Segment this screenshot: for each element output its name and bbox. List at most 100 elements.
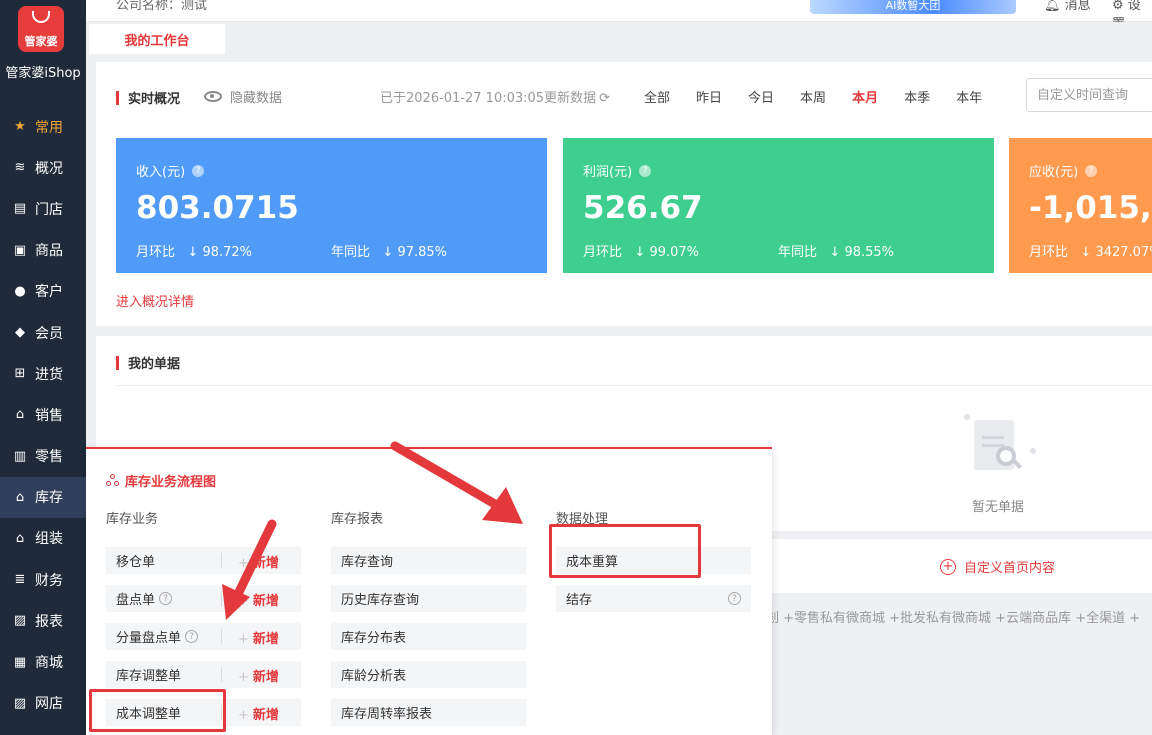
help-icon[interactable]: ? (192, 164, 205, 177)
receivable-label-text: 应收(元) (1029, 165, 1079, 180)
sidebar-item-label: 报表 (35, 613, 63, 630)
arrow-down-icon: ↓ (634, 245, 646, 260)
help-icon[interactable]: ? (728, 592, 741, 605)
profit-card[interactable]: 利润(元)? 526.67 月环比 ↓ 99.07% 年同比 ↓ 98.55% (563, 138, 994, 273)
menu-item-closing[interactable]: 结存 ? (556, 585, 751, 612)
sidebar-item-mall[interactable]: ▦ 商城 (0, 641, 86, 682)
sidebar-item-sales[interactable]: ⌂ 销售 (0, 394, 86, 435)
income-label-text: 收入(元) (136, 165, 186, 180)
separator (221, 705, 222, 720)
mom-value: 3427.07% (1095, 245, 1152, 260)
brand-name: 管家婆iShop (5, 66, 81, 81)
income-label: 收入(元)? (136, 161, 205, 180)
help-icon[interactable]: ? (185, 630, 199, 643)
sidebar-item-overview[interactable]: ≋ 概况 (0, 147, 86, 188)
web-store-icon: ▨ (13, 695, 27, 711)
overview-title: 实时概况 (128, 92, 181, 107)
range-all[interactable]: 全部 (644, 87, 670, 106)
menu-item-label: 库存调整单 (116, 669, 182, 684)
sidebar-item-common[interactable]: ★ 常用 (0, 106, 86, 147)
tab-workbench[interactable]: 我的工作台 (89, 24, 225, 54)
sidebar-item-webstore[interactable]: ▨ 网店 (0, 683, 86, 724)
range-year[interactable]: 本年 (956, 87, 982, 106)
overview-card: 实时概况 隐藏数据 已于2026-01-27 10:03:05更新数据 ⟳ 全部 … (96, 62, 1152, 326)
sidebar-item-inventory[interactable]: ⌂ 库存 (0, 476, 86, 518)
receivable-card[interactable]: 应收(元)? -1,015,5 月环比 ↓ 3427.07% (1009, 138, 1152, 273)
assemble-icon: ⌂ (15, 530, 25, 546)
add-button[interactable]: + 新增 (238, 590, 279, 609)
inventory-flow-popup: 库存业务流程图 库存业务 库存报表 数据处理 移仓单 + 新增 盘点单? + 新增 … (86, 447, 772, 735)
sidebar-item-purchase[interactable]: ⊞ 进货 (0, 353, 86, 394)
menu-item-transfer[interactable]: 移仓单 + 新增 (106, 547, 301, 574)
menu-item-label: 盘点单 (116, 593, 156, 608)
app-logo[interactable]: 管家婆 (18, 6, 64, 52)
sidebar-item-assemble[interactable]: ⌂ 组装 (0, 518, 86, 559)
menu-item-stocktake[interactable]: 盘点单? + 新增 (106, 585, 301, 612)
sidebar-item-reports[interactable]: ▨ 报表 (0, 600, 86, 641)
messages-link[interactable]: 🔔︎ 消息 (1044, 0, 1091, 13)
top-bar: 公司名称：测试 AI数智大团 🔔︎ 消息 ⚙ 设置 (86, 0, 1152, 32)
range-yesterday[interactable]: 昨日 (696, 87, 722, 106)
menu-item-history-stock[interactable]: 历史库存查询 (331, 585, 526, 612)
diamond-icon: ◆ (15, 325, 25, 341)
sidebar-item-store[interactable]: ▤ 门店 (0, 188, 86, 229)
range-quarter[interactable]: 本季 (904, 87, 930, 106)
refresh-icon[interactable]: ⟳ (599, 91, 610, 106)
help-icon[interactable]: ? (159, 592, 173, 605)
menu-item-stock-age[interactable]: 库龄分析表 (331, 661, 526, 688)
help-icon[interactable]: ? (1085, 164, 1098, 177)
income-yoy: 年同比 ↓ 97.85% (331, 241, 447, 260)
sidebar-item-label: 客户 (35, 284, 63, 301)
menu-item-label: 移仓单 (116, 555, 156, 570)
add-button[interactable]: + 新增 (238, 628, 279, 647)
profit-mom: 月环比 ↓ 99.07% (583, 241, 699, 260)
custom-home-link[interactable]: + 自定义首页内容 (940, 557, 1055, 576)
sidebar-item-goods[interactable]: ▣ 商品 (0, 230, 86, 271)
menu-item-stock-distribution[interactable]: 库存分布表 (331, 623, 526, 650)
range-today[interactable]: 今日 (748, 87, 774, 106)
custom-date-input[interactable] (1026, 78, 1152, 112)
add-button[interactable]: + 新增 (238, 552, 279, 571)
basket-icon: ⌂ (15, 407, 25, 423)
arrow-down-icon: ↓ (829, 245, 841, 260)
add-label: 新增 (252, 632, 279, 647)
overview-detail-link[interactable]: 进入概况详情 (116, 291, 194, 310)
range-month[interactable]: 本月 (852, 87, 878, 106)
store-icon: ▤ (13, 201, 27, 217)
company-name: 公司名称：测试 (116, 0, 208, 13)
sidebar-item-label: 网店 (35, 696, 63, 713)
add-button[interactable]: + 新增 (238, 666, 279, 685)
decor-dot (1030, 448, 1036, 454)
menu-item-stock-query[interactable]: 库存查询 (331, 547, 526, 574)
sidebar-item-retail[interactable]: ▥ 零售 (0, 436, 86, 477)
section-marker (116, 90, 119, 105)
section-marker (116, 355, 119, 370)
range-week[interactable]: 本周 (800, 87, 826, 106)
menu-item-stock-adjust[interactable]: 库存调整单 + 新增 (106, 661, 301, 688)
menu-item-cost-adjust[interactable]: 成本调整单 + 新增 (106, 699, 301, 726)
yoy-label: 年同比 (331, 245, 371, 260)
menu-item-turnover-report[interactable]: 库存周转率报表 (331, 699, 526, 726)
add-button[interactable]: + 新增 (238, 704, 279, 723)
sidebar-item-finance[interactable]: ≣ 财务 (0, 559, 86, 600)
bag-icon (32, 11, 50, 23)
empty-docs-icon (964, 414, 1036, 476)
gear-icon: ⚙ (1112, 0, 1124, 13)
bottom-links[interactable]: 刬 +零售私有微商城 +批发私有微商城 +云端商品库 +全渠道 + (766, 607, 1140, 626)
menu-item-partial-stocktake[interactable]: 分量盘点单? + 新增 (106, 623, 301, 650)
eye-icon (204, 91, 222, 102)
add-label: 新增 (252, 708, 279, 723)
coins-icon: ≣ (14, 572, 26, 588)
income-card[interactable]: 收入(元)? 803.0715 月环比 ↓ 98.72% 年同比 ↓ 97.85… (116, 138, 547, 273)
plus-circle-icon: + (940, 558, 956, 575)
sidebar-item-label: 门店 (35, 201, 63, 218)
sidebar-item-member[interactable]: ◆ 会员 (0, 312, 86, 353)
sidebar-item-customer[interactable]: ● 客户 (0, 271, 86, 312)
chart-icon: ▨ (13, 613, 27, 629)
hide-data-toggle[interactable]: 隐藏数据 (204, 87, 282, 106)
menu-item-label: 成本调整单 (116, 707, 182, 722)
help-icon[interactable]: ? (639, 164, 652, 177)
menu-item-cost-recalc[interactable]: 成本重算 (556, 547, 751, 574)
update-time: 已于2026-01-27 10:03:05更新数据 ⟳ (380, 87, 610, 106)
ai-banner[interactable]: AI数智大团 (810, 0, 1016, 14)
